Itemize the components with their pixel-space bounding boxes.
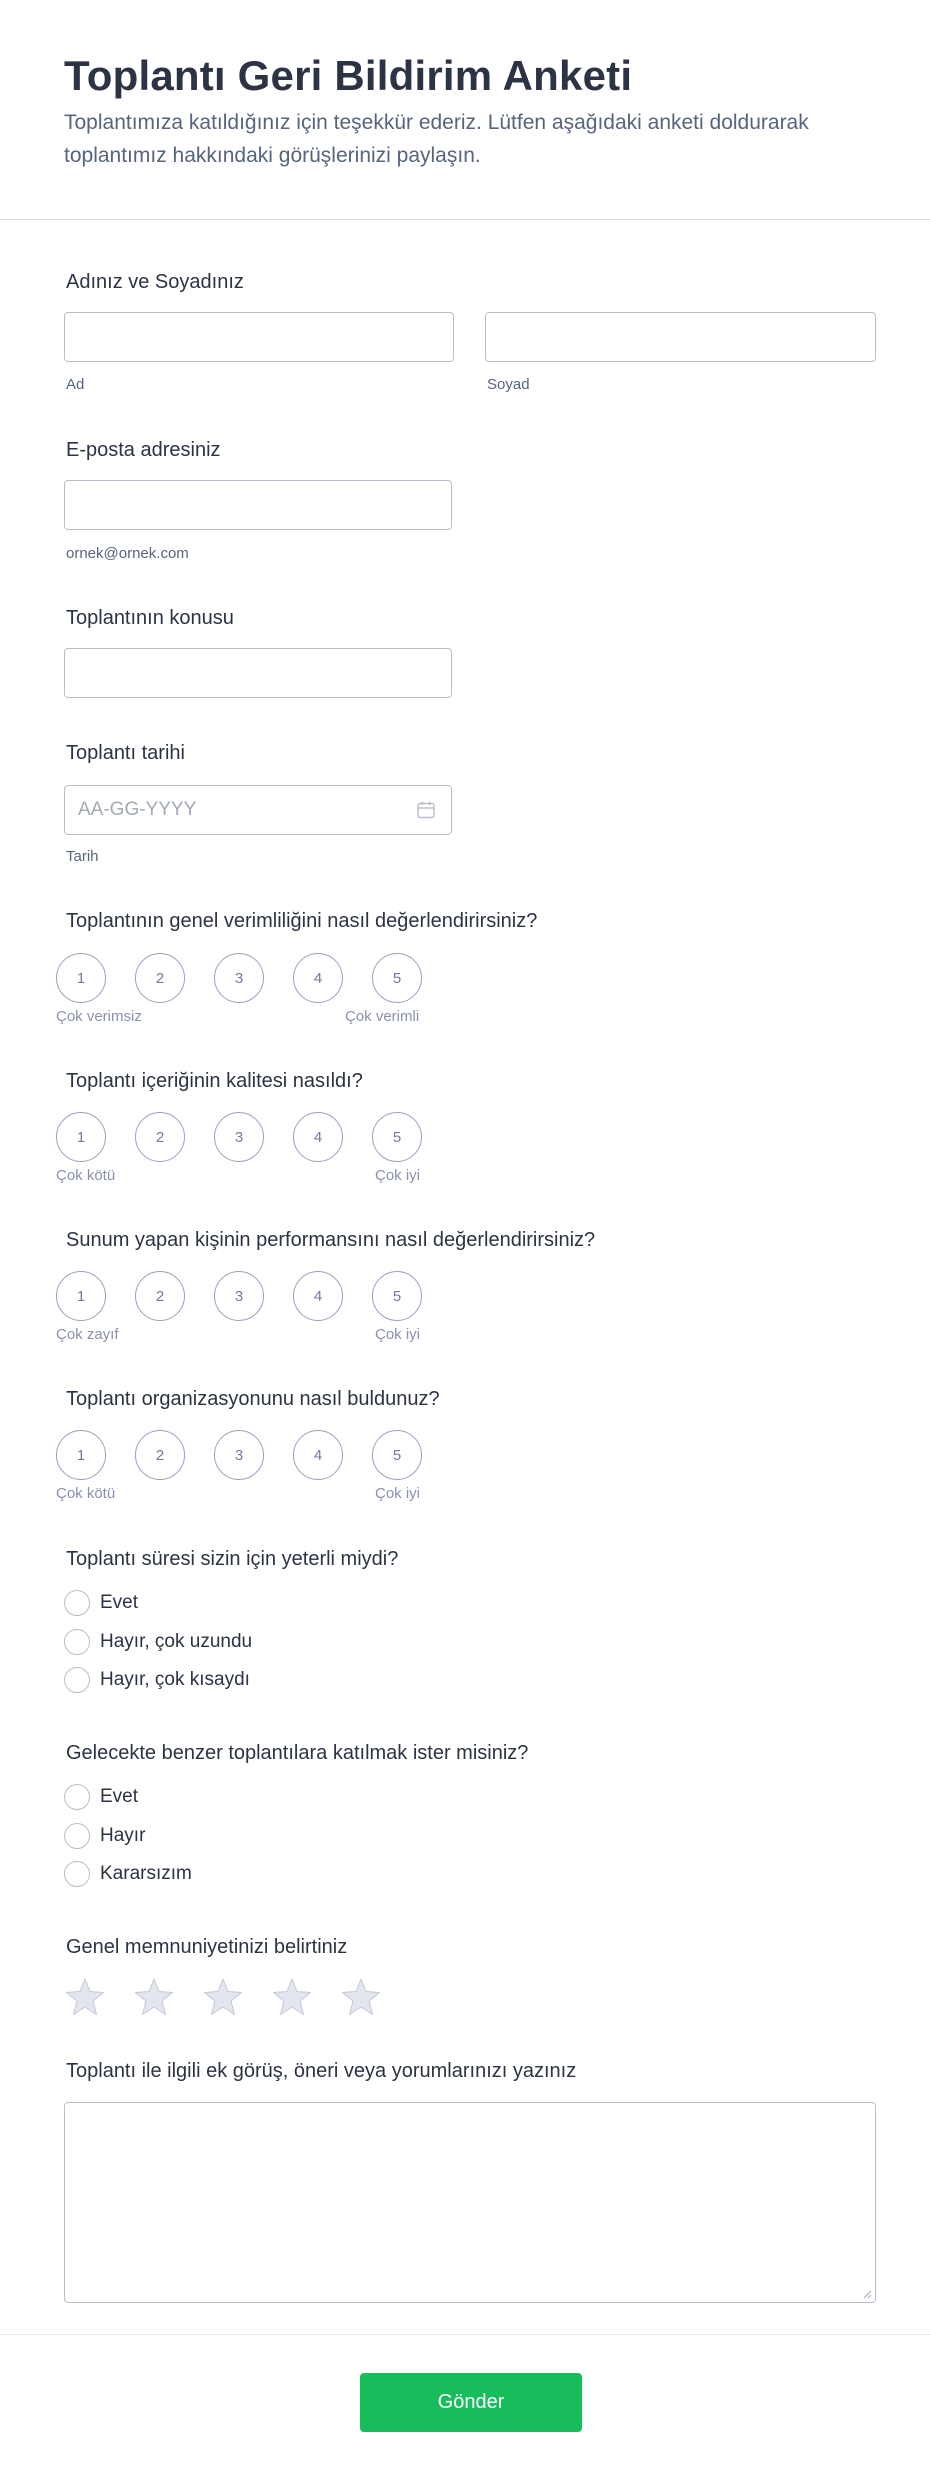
- form-header: Toplantı Geri Bildirim Anketi Toplantımı…: [0, 0, 930, 220]
- rating-low-label: Çok kötü: [56, 1485, 116, 1502]
- rating-option[interactable]: 2: [135, 953, 185, 1003]
- radio-button[interactable]: [64, 1784, 90, 1810]
- date-sublabel: Tarih: [66, 848, 99, 865]
- rating-scale-efficiency: 1 2 3 4 5: [56, 953, 436, 1003]
- rating-option[interactable]: 5: [372, 1430, 422, 1480]
- rating-question: Toplantı organizasyonunu nasıl buldunuz?: [66, 1388, 440, 1410]
- rating-option[interactable]: 5: [372, 953, 422, 1003]
- comments-textarea[interactable]: [64, 2102, 876, 2303]
- radio-button[interactable]: [64, 1823, 90, 1849]
- rating-high-label: Çok iyi: [375, 1485, 421, 1502]
- rating-question: Toplantının genel verimliliğini nasıl de…: [66, 910, 538, 932]
- date-label: Toplantı tarihi: [66, 742, 185, 764]
- rating-question: Sunum yapan kişinin performansını nasıl …: [66, 1229, 596, 1251]
- rating-high-label: Çok iyi: [375, 1167, 421, 1184]
- radio-button[interactable]: [64, 1590, 90, 1616]
- star-icon[interactable]: [202, 1976, 244, 2018]
- rating-low-label: Çok verimsiz: [56, 1008, 142, 1025]
- radio-button[interactable]: [64, 1861, 90, 1887]
- radio-label: Kararsızım: [100, 1863, 192, 1884]
- rating-low-label: Çok kötü: [56, 1167, 116, 1184]
- comments-label: Toplantı ile ilgili ek görüş, öneri veya…: [66, 2060, 577, 2082]
- date-placeholder: AA-GG-YYYY: [78, 799, 197, 820]
- radio-label: Hayır, çok uzundu: [100, 1631, 253, 1652]
- future-option-undecided[interactable]: Kararsızım: [64, 1861, 192, 1887]
- topic-label: Toplantının konusu: [66, 607, 234, 629]
- rating-option[interactable]: 4: [293, 1271, 343, 1321]
- email-sublabel: ornek@ornek.com: [66, 545, 189, 562]
- rating-option[interactable]: 1: [56, 1112, 106, 1162]
- rating-option[interactable]: 3: [214, 953, 264, 1003]
- duration-question: Toplantı süresi sizin için yeterli miydi…: [66, 1548, 399, 1570]
- resize-grip-icon[interactable]: [862, 2289, 872, 2299]
- rating-option[interactable]: 4: [293, 1430, 343, 1480]
- radio-button[interactable]: [64, 1629, 90, 1655]
- footer-divider: [0, 2334, 930, 2335]
- topic-input[interactable]: [64, 648, 452, 698]
- rating-option[interactable]: 5: [372, 1271, 422, 1321]
- rating-option[interactable]: 4: [293, 953, 343, 1003]
- email-label: E-posta adresiniz: [66, 439, 221, 461]
- radio-label: Evet: [100, 1592, 139, 1613]
- satisfaction-question: Genel memnuniyetinizi belirtiniz: [66, 1936, 348, 1958]
- rating-high-label: Çok iyi: [375, 1326, 421, 1343]
- rating-option[interactable]: 3: [214, 1430, 264, 1480]
- first-name-input[interactable]: [64, 312, 454, 362]
- rating-low-label: Çok zayıf: [56, 1326, 119, 1343]
- rating-option[interactable]: 2: [135, 1112, 185, 1162]
- page-subtitle: Toplantımıza katıldığınız için teşekkür …: [64, 111, 809, 167]
- last-name-input[interactable]: [485, 312, 876, 362]
- rating-option[interactable]: 3: [214, 1271, 264, 1321]
- rating-option[interactable]: 1: [56, 1430, 106, 1480]
- rating-scale-presenter: 1 2 3 4 5: [56, 1271, 436, 1321]
- submit-button[interactable]: Gönder: [360, 2373, 582, 2432]
- rating-option[interactable]: 4: [293, 1112, 343, 1162]
- radio-label: Hayır: [100, 1825, 146, 1846]
- date-input[interactable]: AA-GG-YYYY: [64, 785, 452, 835]
- star-icon[interactable]: [340, 1976, 382, 2018]
- star-icon[interactable]: [271, 1976, 313, 2018]
- radio-label: Hayır, çok kısaydı: [100, 1669, 250, 1690]
- last-name-sublabel: Soyad: [487, 376, 530, 393]
- star-icon[interactable]: [133, 1976, 175, 2018]
- rating-scale-organization: 1 2 3 4 5: [56, 1430, 436, 1480]
- rating-option[interactable]: 1: [56, 953, 106, 1003]
- rating-option[interactable]: 2: [135, 1430, 185, 1480]
- name-label: Adınız ve Soyadınız: [66, 271, 244, 293]
- page-title: Toplantı Geri Bildirim Anketi: [64, 52, 633, 99]
- duration-option-too-short[interactable]: Hayır, çok kısaydı: [64, 1667, 250, 1693]
- rating-question: Toplantı içeriğinin kalitesi nasıldı?: [66, 1070, 363, 1092]
- future-option-no[interactable]: Hayır: [64, 1823, 145, 1849]
- duration-option-yes[interactable]: Evet: [64, 1590, 138, 1616]
- rating-scale-content: 1 2 3 4 5: [56, 1112, 436, 1162]
- future-question: Gelecekte benzer toplantılara katılmak i…: [66, 1742, 529, 1764]
- rating-high-label: Çok verimli: [345, 1008, 420, 1025]
- radio-button[interactable]: [64, 1667, 90, 1693]
- rating-option[interactable]: 2: [135, 1271, 185, 1321]
- first-name-sublabel: Ad: [66, 376, 85, 393]
- email-field[interactable]: [64, 480, 452, 530]
- rating-option[interactable]: 5: [372, 1112, 422, 1162]
- radio-label: Evet: [100, 1786, 139, 1807]
- future-option-yes[interactable]: Evet: [64, 1784, 138, 1810]
- calendar-icon[interactable]: [415, 799, 437, 821]
- rating-option[interactable]: 3: [214, 1112, 264, 1162]
- duration-option-too-long[interactable]: Hayır, çok uzundu: [64, 1629, 252, 1655]
- star-icon[interactable]: [64, 1976, 106, 2018]
- rating-option[interactable]: 1: [56, 1271, 106, 1321]
